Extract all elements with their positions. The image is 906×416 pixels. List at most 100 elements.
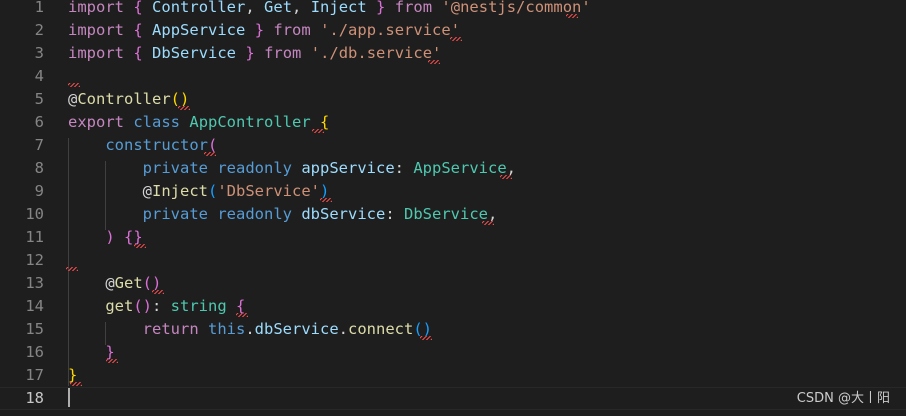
code-token: string bbox=[170, 297, 227, 315]
line-number: 11 bbox=[25, 228, 44, 246]
code-line[interactable]: 16 } bbox=[0, 341, 906, 364]
code-token: appService bbox=[301, 159, 395, 177]
code-token: './db.service' bbox=[310, 44, 442, 62]
code-line[interactable]: 6 export class AppController { bbox=[0, 111, 906, 134]
line-code: export class AppController { bbox=[68, 111, 329, 134]
code-line[interactable]: 1 import { Controller, Get, Inject } from… bbox=[0, 0, 906, 19]
code-token: Inject bbox=[310, 0, 367, 16]
code-line[interactable]: 5 @Controller() bbox=[0, 88, 906, 111]
line-number: 12 bbox=[25, 251, 44, 269]
code-token: dbService bbox=[254, 320, 339, 338]
code-token: readonly bbox=[217, 159, 292, 177]
error-squiggle bbox=[70, 382, 82, 386]
code-line[interactable]: 17} bbox=[0, 364, 906, 387]
text-cursor bbox=[68, 388, 70, 407]
error-squiggle bbox=[68, 83, 80, 87]
code-token: : bbox=[152, 297, 171, 315]
line-code: @Inject('DbService') bbox=[68, 180, 330, 203]
error-squiggle bbox=[428, 60, 440, 64]
code-token: DbService bbox=[404, 205, 488, 223]
code-token: () bbox=[133, 297, 152, 315]
code-token: import bbox=[68, 0, 124, 16]
line-code: import { AppService } from './app.servic… bbox=[68, 19, 460, 42]
line-number: 14 bbox=[25, 297, 44, 315]
line-number: 2 bbox=[34, 21, 44, 39]
error-squiggle bbox=[320, 198, 332, 202]
code-token: DbService bbox=[152, 44, 237, 62]
code-token: } bbox=[245, 44, 255, 62]
code-token: readonly bbox=[217, 205, 292, 223]
line-code: @Get() bbox=[68, 272, 161, 295]
line-number: 16 bbox=[25, 343, 44, 361]
code-editor[interactable]: 1 import { Controller, Get, Inject } from… bbox=[0, 0, 906, 416]
code-token: 'DbService' bbox=[217, 182, 320, 200]
line-code: @Controller() bbox=[68, 88, 189, 111]
code-token: import bbox=[68, 44, 124, 62]
code-token: : bbox=[394, 159, 414, 177]
code-token: from bbox=[273, 21, 311, 39]
code-token: ( bbox=[208, 182, 218, 200]
code-line[interactable]: 3 import { DbService } from './db.service… bbox=[0, 42, 906, 65]
line-code: private readonly appService: AppService, bbox=[68, 157, 516, 180]
code-token: AppController bbox=[189, 113, 311, 131]
code-line[interactable]: 10 private readonly dbService: DbService… bbox=[0, 203, 906, 226]
code-token: { bbox=[133, 0, 143, 16]
code-line[interactable]: 4 bbox=[0, 65, 906, 88]
code-token: Controller bbox=[152, 0, 246, 16]
code-line[interactable]: 8 private readonly appService: AppServic… bbox=[0, 157, 906, 180]
error-squiggle bbox=[312, 129, 324, 133]
code-line[interactable]: 7 constructor( bbox=[0, 134, 906, 157]
code-token: } bbox=[376, 0, 386, 16]
indent-guide bbox=[105, 161, 106, 230]
code-token: . bbox=[245, 320, 255, 338]
line-number: 10 bbox=[25, 205, 44, 223]
indent-guide bbox=[68, 138, 69, 386]
line-number: 6 bbox=[34, 113, 44, 131]
code-token: private bbox=[142, 159, 208, 177]
code-token: return bbox=[142, 320, 199, 338]
error-squiggle bbox=[66, 267, 78, 271]
code-token: constructor bbox=[105, 136, 208, 154]
error-squiggle bbox=[236, 313, 248, 317]
code-line[interactable]: 14 get(): string { bbox=[0, 295, 906, 318]
code-line[interactable]: 13 @Get() bbox=[0, 272, 906, 295]
code-token: Get bbox=[264, 0, 293, 16]
code-token: get bbox=[105, 297, 134, 315]
code-token: this bbox=[208, 320, 246, 338]
code-line[interactable]: 9 @Inject('DbService') bbox=[0, 180, 906, 203]
code-token: private bbox=[142, 205, 208, 223]
code-line[interactable]: 15 return this.dbService.connect() bbox=[0, 318, 906, 341]
code-token: Controller bbox=[77, 90, 171, 108]
code-token: './app.service' bbox=[320, 21, 461, 39]
code-line[interactable]: 18 bbox=[0, 387, 906, 410]
line-code: constructor( bbox=[68, 134, 217, 157]
code-line[interactable]: 12 bbox=[0, 249, 906, 272]
code-token: @ bbox=[105, 274, 115, 292]
code-token: Get bbox=[114, 274, 143, 292]
line-number: 7 bbox=[34, 136, 44, 154]
code-token: . bbox=[338, 320, 349, 338]
line-number: 1 bbox=[34, 0, 44, 16]
line-number: 13 bbox=[25, 274, 44, 292]
